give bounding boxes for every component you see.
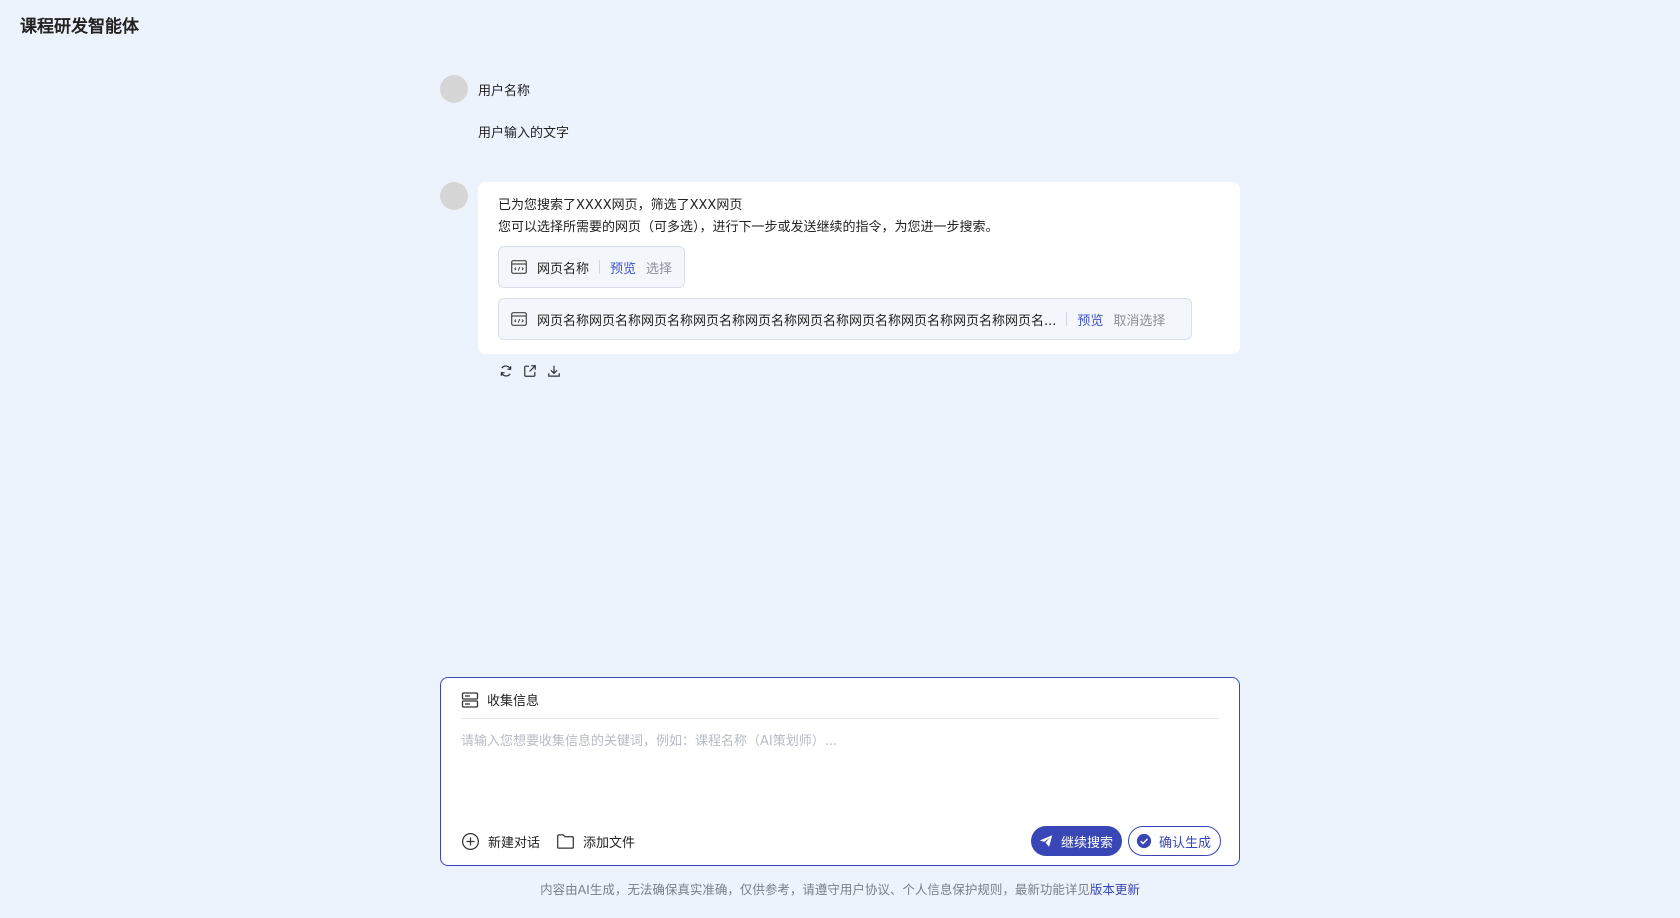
share-icon[interactable] <box>522 363 538 379</box>
refresh-icon[interactable] <box>498 363 514 379</box>
composer-tools: 新建对话 添加文件 <box>461 832 635 851</box>
form-icon <box>461 691 479 709</box>
continue-search-button[interactable]: 继续搜索 <box>1030 826 1122 856</box>
download-icon[interactable] <box>546 363 562 379</box>
app-title: 课程研发智能体 <box>20 17 139 37</box>
web-result-name: 网页名称 <box>537 261 590 277</box>
webpage-icon <box>511 260 527 274</box>
user-name: 用户名称 <box>478 84 531 99</box>
new-chat-button[interactable]: 新建对话 <box>461 832 540 851</box>
folder-icon <box>557 834 574 849</box>
deselect-link[interactable]: 取消选择 <box>1113 310 1165 329</box>
divider <box>599 260 601 274</box>
user-avatar <box>440 75 468 103</box>
web-result-item: 网页名称网页名称网页名称网页名称网页名称网页名称网页名称网页名称网页名称网页名.… <box>498 298 1192 340</box>
select-link[interactable]: 选择 <box>646 258 672 277</box>
confirm-generate-label: 确认生成 <box>1158 835 1211 851</box>
assistant-summary: 已为您搜索了XXXX网页，筛选了XXX网页 <box>498 198 743 213</box>
web-result-name: 网页名称网页名称网页名称网页名称网页名称网页名称网页名称网页名称网页名称网页名.… <box>537 313 1057 329</box>
add-file-button[interactable]: 添加文件 <box>556 832 635 851</box>
confirm-generate-button[interactable]: 确认生成 <box>1127 826 1221 856</box>
plus-circle-icon <box>461 832 480 851</box>
composer-divider <box>461 718 1219 719</box>
new-chat-label: 新建对话 <box>488 836 541 851</box>
add-file-label: 添加文件 <box>583 836 636 851</box>
continue-search-label: 继续搜索 <box>1060 835 1113 851</box>
preview-link[interactable]: 预览 <box>1077 310 1103 329</box>
check-circle-icon <box>1135 832 1153 850</box>
assistant-actions <box>498 363 562 379</box>
composer-actions: 继续搜索 确认生成 <box>1030 826 1221 856</box>
collect-info-label: 收集信息 <box>487 694 540 709</box>
collect-info-mode[interactable]: 收集信息 <box>461 690 539 709</box>
disclaimer-text: 内容由AI生成，无法确保真实准确，仅供参考，请遵守用户协议、个人信息保护规则，最… <box>540 882 1090 897</box>
prompt-input[interactable] <box>461 730 1221 800</box>
assistant-instruction: 您可以选择所需要的网页（可多选），进行下一步或发送继续的指令，为您进一步搜索。 <box>498 220 999 235</box>
assistant-message-card: 已为您搜索了XXXX网页，筛选了XXX网页 您可以选择所需要的网页（可多选），进… <box>478 182 1240 354</box>
web-result-item: 网页名称 预览 选择 <box>498 246 686 288</box>
divider <box>1066 312 1068 326</box>
user-message: 用户输入的文字 <box>478 126 570 141</box>
preview-link[interactable]: 预览 <box>610 258 636 277</box>
send-icon <box>1037 832 1055 850</box>
assistant-avatar <box>440 182 468 210</box>
message-composer: 收集信息 新建对话 添加文件 继续搜索 确认生成 <box>440 677 1240 866</box>
version-update-link[interactable]: 版本更新 <box>1090 882 1140 897</box>
webpage-icon <box>511 312 527 326</box>
footer-disclaimer: 内容由AI生成，无法确保真实准确，仅供参考，请遵守用户协议、个人信息保护规则，最… <box>0 879 1680 898</box>
